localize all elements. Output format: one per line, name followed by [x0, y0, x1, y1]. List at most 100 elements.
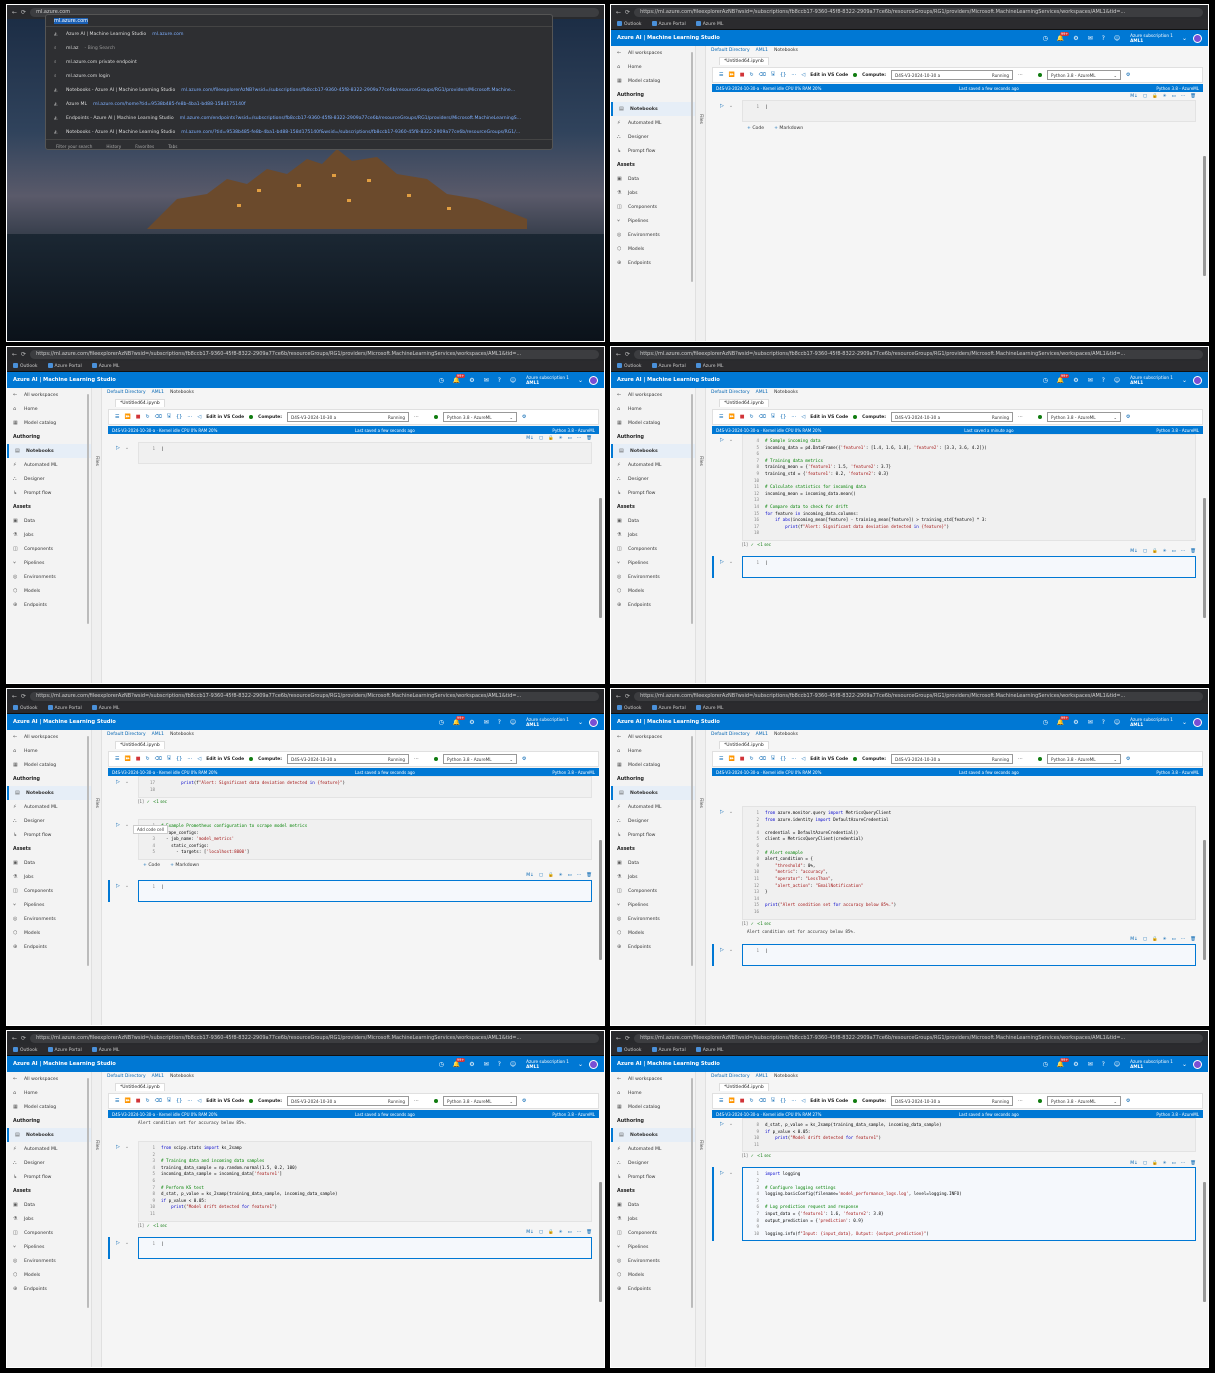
compute-dropdown[interactable]: D4S-V3-2024-10-30 a Running [891, 754, 1014, 764]
delete-icon[interactable]: 🗑 [586, 436, 592, 441]
vscode-icon[interactable]: ◁ [801, 414, 805, 420]
save-icon[interactable]: 🖫 [771, 1097, 775, 1105]
notifications-icon[interactable]: 🔔 99+ [1057, 1057, 1070, 1068]
nav-all-workspaces[interactable]: ← All workspaces [7, 730, 91, 744]
variables-icon[interactable]: {} [780, 414, 786, 420]
notifications-icon[interactable]: 🔔 99+ [1057, 31, 1070, 42]
app-title[interactable]: Azure AI | Machine Learning Studio [13, 1061, 430, 1067]
notifications-icon[interactable]: 🔔 99+ [453, 1057, 466, 1068]
notifications-icon[interactable]: 🔔 99+ [1057, 715, 1070, 726]
markdown-icon[interactable]: M↓ [1130, 937, 1138, 942]
nav-environments[interactable]: ◎ Environments [611, 912, 695, 926]
notifications-icon[interactable]: 🔔 99+ [453, 373, 466, 384]
bookmark-azure-ml[interactable]: Azure ML [695, 363, 723, 369]
nav-prompt-flow[interactable]: ↳ Prompt flow [7, 828, 91, 842]
stop-icon[interactable]: ■ [740, 1098, 745, 1104]
nav-prompt-flow[interactable]: ↳ Prompt flow [7, 486, 91, 500]
nav-all-workspaces[interactable]: ← All workspaces [611, 388, 695, 402]
run-cell-icon[interactable]: ▷ [720, 809, 724, 920]
nav-models[interactable]: ⬡ Models [7, 584, 91, 598]
suggestion-item[interactable]: ◭ Azure AI | Machine Learning Studio ml.az… [46, 27, 552, 41]
code-cell[interactable]: ▷ ⌄ 1 | [717, 100, 1196, 122]
bookmark-azure-portal[interactable]: Azure Portal [651, 363, 686, 369]
collapse-icon[interactable]: ⌄ [729, 809, 733, 920]
clock-icon[interactable]: ◷ [1043, 719, 1048, 726]
kernel-dropdown[interactable]: Python 3.8 - AzureML ⌄ [443, 1096, 518, 1106]
nav-jobs[interactable]: ⚗ Jobs [611, 528, 695, 542]
bookmark-outlook[interactable]: Outlook [13, 363, 38, 369]
avatar[interactable] [1193, 1059, 1202, 1069]
more-icon[interactable]: ⋯ [187, 756, 192, 762]
more-icon[interactable]: ⋯ [791, 1098, 796, 1104]
edit-vscode-button[interactable]: Edit in VS Code [206, 757, 244, 762]
lock-icon[interactable]: 🔒 [1152, 94, 1158, 99]
nav-data[interactable]: ▣ Data [7, 514, 91, 528]
bookmark-azure-portal[interactable]: Azure Portal [651, 705, 686, 711]
markdown-icon[interactable]: M↓ [1130, 1161, 1138, 1166]
crumb-workspace[interactable]: AML1 [756, 48, 768, 53]
crumb-workspace[interactable]: AML1 [152, 732, 164, 737]
more-icon[interactable]: ⋯ [577, 1230, 582, 1235]
compute-dropdown[interactable]: D4S-V3-2024-10-30 a Running [891, 412, 1014, 422]
vscode-icon[interactable]: ◁ [801, 756, 805, 762]
files-pane-toggle[interactable]: Files [696, 388, 706, 683]
run-cell-icon[interactable]: ▷ [720, 1121, 724, 1152]
markdown-icon[interactable]: M↓ [526, 436, 534, 441]
file-tab[interactable]: *Untitled64.ipynb [707, 55, 1208, 66]
nav-components[interactable]: ◫ Components [7, 1226, 91, 1240]
save-icon[interactable]: 🖫 [167, 755, 171, 763]
nav-endpoints[interactable]: ⊕ Endpoints [611, 940, 695, 954]
nav-notebooks[interactable]: ▤ Notebooks [611, 444, 695, 458]
refresh-icon[interactable]: ⟳ [625, 9, 630, 16]
nav-automated-ml[interactable]: ⚡ Automated ML [7, 458, 91, 472]
code-cell[interactable]: ▷⌄ 1# Example Prometheus configuration to… [113, 819, 592, 860]
address-bar[interactable]: https://ml.azure.com/fileexplorerAzNB?ws… [30, 349, 599, 359]
restart-icon[interactable]: ↻ [145, 414, 149, 420]
delete-icon[interactable]: 🗑 [1190, 1161, 1196, 1166]
account-icon[interactable]: ☺ [1114, 1061, 1120, 1068]
clear-icon[interactable]: ⌫ [155, 756, 162, 762]
subscription-label[interactable]: Azure subscription 1 AML1 [1130, 33, 1173, 43]
settings-icon[interactable]: ⚙ [1073, 1061, 1078, 1068]
clear-icon[interactable]: ⌫ [759, 1098, 766, 1104]
more-icon[interactable]: ⋯ [414, 756, 419, 762]
nav-components[interactable]: ◫ Components [7, 884, 91, 898]
more-icon[interactable]: ⋯ [1181, 937, 1186, 942]
copy-icon[interactable]: ▢ [1143, 94, 1147, 99]
suggestion-item[interactable]: ⌕ ml.azure.com login [46, 69, 552, 83]
compute-dropdown[interactable]: D4S-V3-2024-10-30 a Running [287, 412, 410, 422]
help-icon[interactable]: ? [498, 1061, 501, 1068]
suggestion-item[interactable]: ◭ Notebooks - Azure AI | Machine Learning… [46, 125, 552, 139]
nav-home[interactable]: ⌂ Home [7, 744, 91, 758]
sidebar-scrollbar[interactable] [691, 394, 693, 624]
help-icon[interactable]: ? [498, 377, 501, 384]
code-editor[interactable]: 1 | [742, 555, 1196, 578]
more-icon[interactable]: ⋯ [1018, 414, 1023, 420]
address-bar[interactable]: https://ml.azure.com/fileexplorerAzNB?ws… [634, 349, 1203, 359]
collapse-icon[interactable]: ⌄ [125, 1240, 129, 1259]
nav-automated-ml[interactable]: ⚡ Automated ML [7, 800, 91, 814]
code-cell[interactable]: ▷ ⌄ 1 from scipy.stats import ks_2samp 2 3 # T… [113, 1141, 592, 1222]
clock-icon[interactable]: ◷ [1043, 35, 1048, 42]
nav-endpoints[interactable]: ⊕ Endpoints [7, 598, 91, 612]
notebook-scrollbar[interactable] [1203, 156, 1206, 276]
comment-icon[interactable]: ▭ [1172, 549, 1176, 554]
nav-model-catalog[interactable]: ▦ Model catalog [611, 416, 695, 430]
crumb-directory[interactable]: Default Directory [711, 390, 750, 395]
nav-designer[interactable]: ⛬ Designer [7, 814, 91, 828]
help-icon[interactable]: ? [1102, 377, 1105, 384]
chevron-down-icon[interactable]: ⌄ [1182, 35, 1187, 42]
clear-icon[interactable]: ⌫ [759, 414, 766, 420]
nav-endpoints[interactable]: ⊕ Endpoints [7, 1282, 91, 1296]
copy-icon[interactable]: ▢ [539, 1230, 543, 1235]
address-input[interactable]: ml.azure.com [46, 15, 552, 27]
collapse-icon[interactable]: ⌄ [729, 947, 733, 966]
collapse-icon[interactable]: ⌄ [125, 822, 129, 860]
collapse-icon[interactable]: ⌄ [125, 883, 129, 902]
markdown-icon[interactable]: M↓ [526, 873, 534, 878]
nav-jobs[interactable]: ⚗ Jobs [611, 186, 695, 200]
nav-models[interactable]: ⬡ Models [7, 1268, 91, 1282]
nav-model-catalog[interactable]: ▦ Model catalog [611, 758, 695, 772]
chevron-down-icon[interactable]: ⌄ [578, 719, 583, 726]
nav-home[interactable]: ⌂ Home [611, 60, 695, 74]
